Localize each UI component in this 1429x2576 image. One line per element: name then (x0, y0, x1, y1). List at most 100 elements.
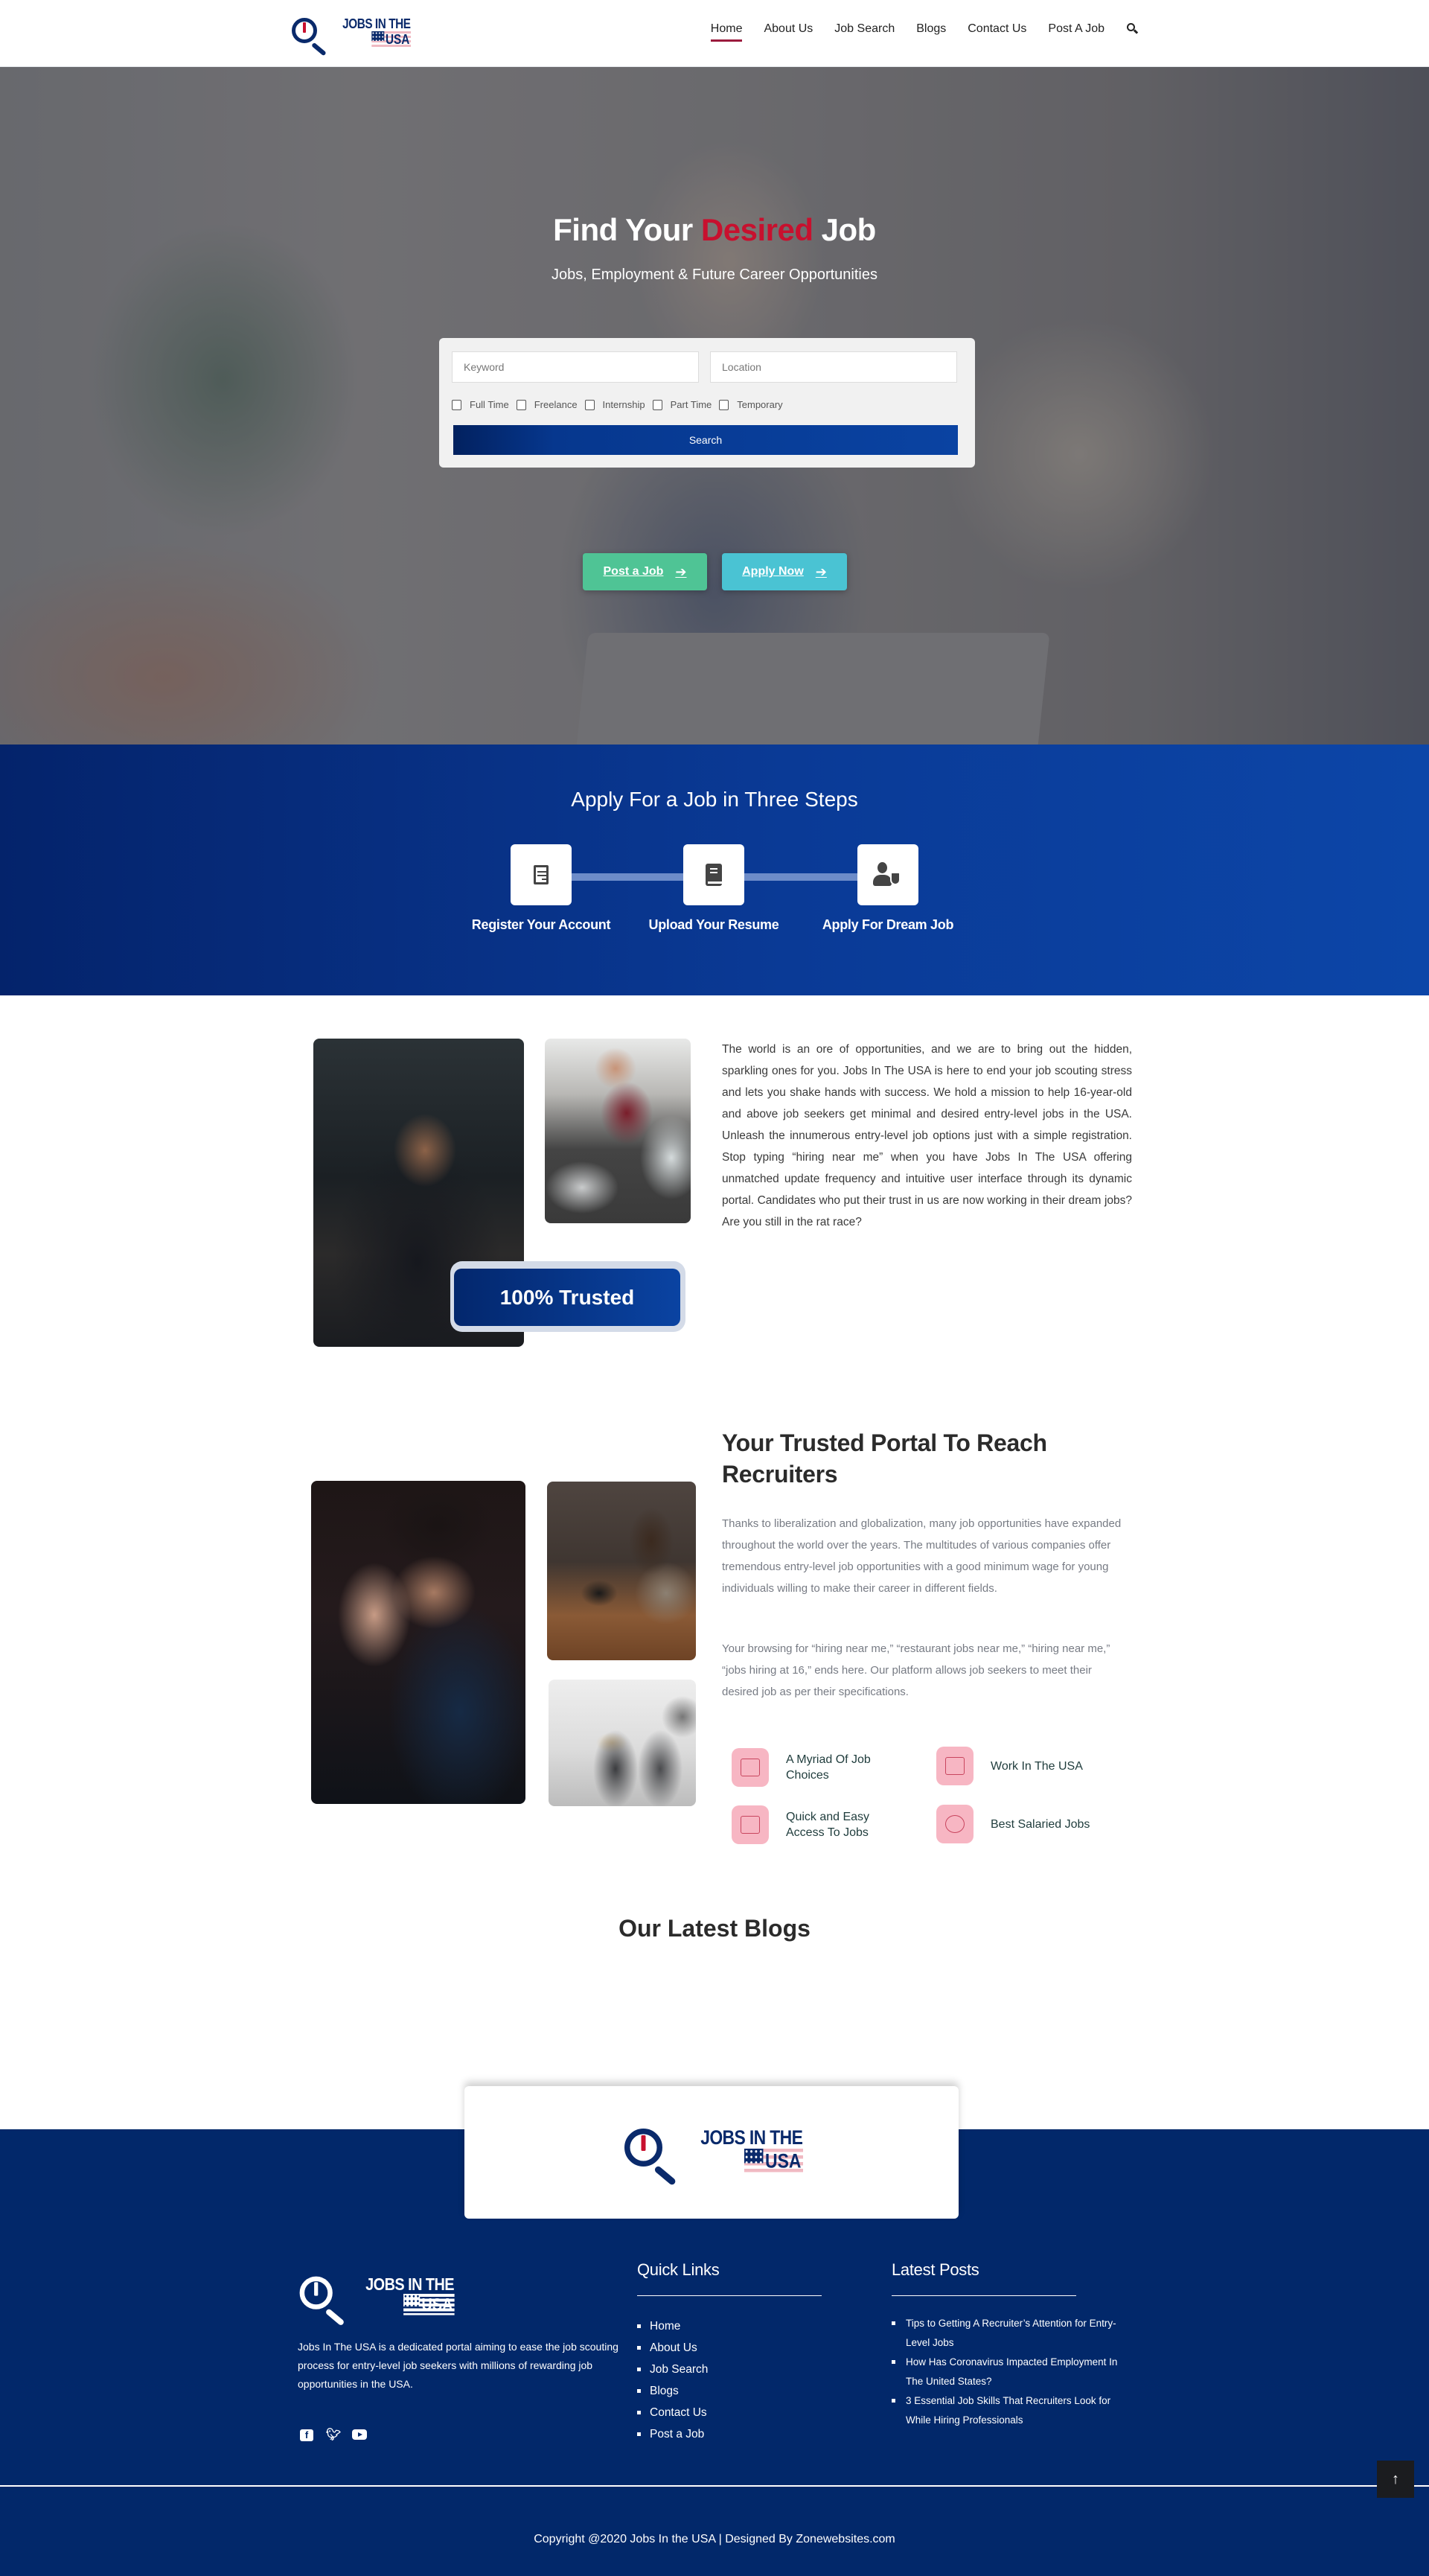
photo-men-at-laptops (545, 1039, 691, 1223)
magnifier-logo-icon (622, 2126, 687, 2187)
step-connector (744, 873, 857, 881)
back-to-top-button[interactable]: ↑ (1377, 2461, 1414, 2498)
main-nav: Home About Us Job Search Blogs Contact U… (689, 22, 1139, 42)
latest-post-item[interactable]: 3 Essential Job Skills That Recruiters L… (892, 2391, 1130, 2430)
hero-title: Find Your Desired Job (0, 212, 1429, 248)
site-logo[interactable]: JOBS IN THE USA (290, 16, 411, 57)
job-type-full-time[interactable]: Full Time (452, 399, 509, 410)
steps-title: Apply For a Job in Three Steps (571, 788, 858, 811)
footer-quick-links: Quick Links Home About Us Job Search Blo… (637, 2260, 822, 2445)
latest-post-item[interactable]: Tips to Getting A Recruiter’s Attention … (892, 2314, 1130, 2353)
footer-card-logo[interactable]: JOBS IN THE USA (622, 2126, 803, 2187)
blogs-title: Our Latest Blogs (618, 1915, 811, 1942)
feature-label: A Myriad Of Job Choices (786, 1753, 871, 1782)
step-2-icon-box (683, 844, 744, 905)
job-type-temporary[interactable]: Temporary (719, 399, 783, 410)
nav-contact-us[interactable]: Contact Us (968, 22, 1026, 40)
checkbox[interactable] (584, 399, 595, 410)
footer-link-job-search[interactable]: Job Search (637, 2359, 822, 2380)
feature-job-choices: A Myriad Of Job Choices (732, 1748, 898, 1787)
magnifier-logo-icon (290, 16, 333, 57)
site-header: JOBS IN THE USA Home About Us Job Search… (0, 0, 1429, 67)
nav-about-us[interactable]: About Us (764, 22, 813, 40)
logo-line2: USA (371, 31, 411, 48)
arrow-up-icon: ↑ (1392, 2470, 1399, 2487)
divider (637, 2295, 822, 2296)
footer-link-blogs[interactable]: Blogs (637, 2380, 822, 2402)
search-icon[interactable] (1127, 23, 1139, 35)
search-button[interactable]: Search (453, 425, 958, 455)
feature-label: Work In The USA (991, 1759, 1083, 1773)
location-input[interactable] (710, 351, 957, 383)
footer-latest-posts: Latest Posts Tips to Getting A Recruiter… (892, 2260, 1130, 2430)
checkbox[interactable] (516, 399, 526, 410)
checkbox[interactable] (719, 399, 729, 410)
portal-paragraph-1: Thanks to liberalization and globalizati… (722, 1517, 1122, 1595)
nav-job-search[interactable]: Job Search (834, 22, 895, 40)
book-icon (706, 864, 722, 886)
step-3-label: Apply For Dream Job (822, 917, 954, 932)
post-a-job-button[interactable]: Post a Job ➔ (583, 553, 707, 590)
nav-home[interactable]: Home (710, 22, 742, 42)
arrow-right-icon: ➔ (815, 564, 827, 579)
job-search-form: Full Time Freelance Internship Part Time… (439, 338, 975, 468)
footer-logo-card: JOBS IN THE USA (464, 2086, 959, 2219)
job-type-internship[interactable]: Internship (584, 399, 645, 410)
photo-woman-with-tablet (547, 1482, 696, 1660)
footer-about: Jobs In The USA is a dedicated portal ai… (298, 2341, 618, 2390)
user-shield-icon (873, 862, 903, 887)
divider (892, 2295, 1076, 2296)
portal-title: Your Trusted Portal To Reach Recruiters (722, 1429, 1047, 1488)
checkbox[interactable] (652, 399, 662, 410)
arrow-right-icon: ➔ (675, 564, 687, 579)
feature-best-salaried: Best Salaried Jobs (936, 1805, 1102, 1843)
hero-title-accent: Desired (700, 212, 813, 247)
facebook-icon[interactable]: f (300, 2429, 313, 2441)
team-icon (732, 1805, 769, 1844)
latest-post-item[interactable]: How Has Coronavirus Impacted Employment … (892, 2353, 1130, 2391)
nav-blogs[interactable]: Blogs (916, 22, 946, 40)
step-connector (572, 873, 683, 881)
hero-section: Find Your Desired Job Jobs, Employment &… (0, 67, 1429, 745)
footer-link-about-us[interactable]: About Us (637, 2337, 822, 2359)
footer-logo[interactable]: JOBS IN THE USA (298, 2274, 455, 2327)
registration-form-icon (534, 865, 549, 884)
social-links: f 🐦︎ (300, 2429, 367, 2441)
logo-line1: JOBS IN THE (342, 16, 411, 31)
magnifier-logo-icon (298, 2274, 354, 2327)
hero-title-part1: Find Your (553, 212, 693, 247)
job-type-freelance[interactable]: Freelance (516, 399, 578, 410)
portal-paragraph-2: Your browsing for “hiring near me,” “res… (722, 1642, 1110, 1698)
hero-subtitle: Jobs, Employment & Future Career Opportu… (552, 267, 877, 283)
step-3-icon-box (857, 844, 918, 905)
checkbox[interactable] (452, 399, 461, 410)
feature-quick-access: Quick and Easy Access To Jobs (732, 1805, 898, 1844)
feature-label: Quick and Easy Access To Jobs (786, 1811, 870, 1839)
hero-title-part2: Job (821, 212, 877, 247)
copyright-text: Copyright @2020 Jobs In the USA | Design… (534, 2533, 895, 2545)
photo-two-colleagues (549, 1680, 696, 1806)
keyword-input[interactable] (452, 351, 699, 383)
about-paragraph: The world is an ore of opportunities, an… (722, 1043, 1132, 1228)
photo-thumbs-up-man (311, 1481, 525, 1804)
apply-now-button[interactable]: Apply Now ➔ (722, 553, 847, 590)
trusted-badge: 100% Trusted (454, 1269, 680, 1326)
resume-check-icon (936, 1747, 974, 1785)
three-steps-section: Apply For a Job in Three Steps Register … (0, 745, 1429, 995)
footer-link-contact-us[interactable]: Contact Us (637, 2402, 822, 2423)
footer-divider (0, 2485, 1429, 2487)
feature-label: Best Salaried Jobs (991, 1817, 1090, 1831)
nav-post-a-job[interactable]: Post A Job (1048, 22, 1104, 40)
job-type-filters: Full Time Freelance Internship Part Time… (452, 399, 962, 410)
footer-link-home[interactable]: Home (637, 2315, 822, 2337)
twitter-icon[interactable]: 🐦︎ (326, 2429, 341, 2441)
youtube-icon[interactable] (352, 2429, 367, 2440)
money-icon (936, 1805, 974, 1843)
footer-link-post-a-job[interactable]: Post a Job (637, 2423, 822, 2445)
latest-posts-title: Latest Posts (892, 2260, 979, 2279)
job-type-part-time[interactable]: Part Time (652, 399, 712, 410)
feature-work-in-usa: Work In The USA (936, 1747, 1102, 1785)
quick-links-title: Quick Links (637, 2260, 720, 2279)
step-1-icon-box (511, 844, 572, 905)
office-building-icon (732, 1748, 769, 1787)
